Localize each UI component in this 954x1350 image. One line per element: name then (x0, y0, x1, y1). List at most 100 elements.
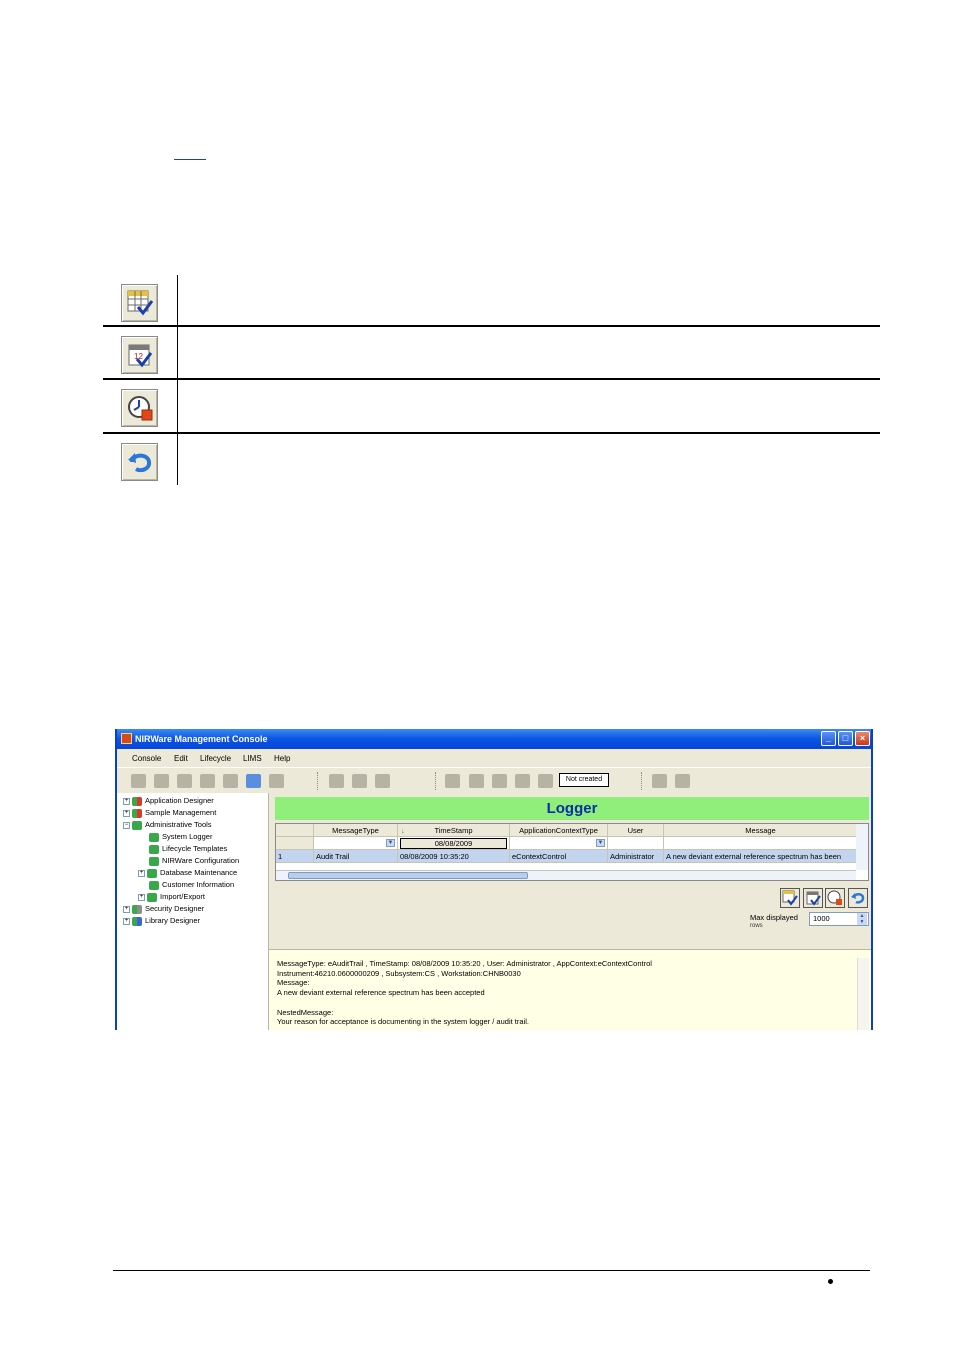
expand-icon[interactable]: + (123, 917, 130, 925)
undo-button[interactable] (848, 888, 868, 908)
properties-icon[interactable] (269, 774, 284, 788)
expand-icon[interactable]: + (123, 809, 130, 817)
lifecycle-icon-5[interactable] (538, 774, 553, 788)
detail-line: MessageType: eAuditTrail , TimeStamp: 08… (277, 959, 652, 968)
menu-lims[interactable]: LIMS (243, 754, 262, 763)
import-icon[interactable] (675, 774, 690, 788)
grid-horizontal-scrollbar[interactable] (276, 870, 856, 880)
tree-item-application-designer[interactable]: + Application Designer (123, 795, 214, 806)
copy-icon[interactable] (352, 774, 367, 788)
tree-item-nirware-configuration[interactable]: NIRWare Configuration (149, 855, 239, 866)
tree-item-system-logger[interactable]: System Logger (149, 831, 212, 842)
title-bar: NIRWare Management Console _ □ × (117, 729, 871, 749)
icon-table-row: 12 (103, 327, 880, 380)
detail-line: NestedMessage: (277, 1007, 334, 1017)
detail-line: Message: (277, 978, 310, 988)
delete-icon[interactable] (154, 774, 169, 788)
tree-item-label: Application Designer (145, 796, 214, 805)
detail-scrollbar[interactable] (857, 958, 869, 1030)
document-link[interactable] (174, 148, 206, 160)
lifecycle-icon-2[interactable] (469, 774, 484, 788)
menu-edit[interactable]: Edit (174, 754, 188, 763)
tree-item-database-maintenance[interactable]: + Database Maintenance (138, 867, 237, 878)
save-all-icon[interactable] (200, 774, 215, 788)
detail-line: A new deviant external reference spectru… (277, 988, 485, 998)
tree-item-label: Lifecycle Templates (162, 844, 228, 853)
cut-icon[interactable] (329, 774, 344, 788)
filter-user[interactable] (608, 837, 664, 850)
cell-user[interactable]: Administrator (608, 850, 664, 863)
scrollbar-thumb[interactable] (288, 872, 528, 879)
puzzle-icon (149, 844, 159, 854)
expand-icon[interactable]: + (123, 905, 130, 913)
menu-help[interactable]: Help (274, 754, 290, 763)
cell-contexttype[interactable]: eContextControl (510, 850, 608, 863)
menu-bar: Console Edit Lifecycle LIMS Help (117, 749, 871, 767)
paste-icon[interactable] (375, 774, 390, 788)
cell-message[interactable]: A new deviant external reference spectru… (664, 850, 858, 863)
new-icon[interactable] (131, 774, 146, 788)
menu-lifecycle[interactable]: Lifecycle (200, 754, 231, 763)
navigation-tree: + Application Designer + Sample Management… (117, 793, 269, 1030)
tree-item-label: Library Designer (145, 916, 201, 925)
tree-item-library-designer[interactable]: + Library Designer (123, 915, 200, 926)
filter-messagetype[interactable]: ▼ (314, 837, 398, 850)
cell-timestamp[interactable]: 08/08/2009 10:35:20 (398, 850, 510, 863)
expand-icon[interactable]: + (138, 893, 145, 901)
menu-console[interactable]: Console (132, 754, 161, 763)
detail-line: Your reason for acceptance is documentin… (277, 1017, 529, 1027)
filter-message[interactable] (664, 837, 858, 850)
tree-item-security-designer[interactable]: + Security Designer (123, 903, 204, 914)
window-title: NIRWare Management Console (135, 734, 268, 744)
cell-messagetype[interactable]: Audit Trail (314, 850, 398, 863)
expand-icon[interactable]: + (138, 869, 145, 877)
collapse-icon[interactable]: − (123, 821, 130, 829)
date-filter-button[interactable] (803, 888, 823, 908)
tree-item-label: Security Designer (145, 904, 205, 913)
calendar-check-icon: 12 (121, 336, 158, 374)
puzzle-icon (149, 832, 159, 842)
puzzle-icon (132, 904, 142, 914)
icon-table-row (103, 434, 880, 485)
close-button[interactable]: × (855, 731, 870, 746)
date-filter-value[interactable]: 08/08/2009 (400, 838, 507, 849)
apply-filter-button[interactable] (780, 888, 800, 908)
maximize-button[interactable]: □ (838, 731, 853, 746)
tree-item-import-export[interactable]: + Import/Export (138, 891, 205, 902)
puzzle-icon (147, 868, 157, 878)
max-rows-spinner[interactable]: ▲ ▼ (857, 913, 867, 925)
chevron-down-icon[interactable]: ▼ (386, 839, 395, 847)
tree-item-customer-information[interactable]: Customer Information (149, 879, 234, 890)
column-header-timestamp[interactable]: ↓ TimeStamp (398, 824, 510, 837)
filter-contexttype[interactable]: ▼ (510, 837, 608, 850)
save-icon[interactable] (177, 774, 192, 788)
lifecycle-icon-1[interactable] (445, 774, 460, 788)
column-header-label: TimeStamp (434, 826, 473, 835)
detail-line: Instrument:46210.0600000209 , Subsystem:… (277, 968, 521, 978)
column-header-contexttype[interactable]: ApplicationContextType (510, 824, 608, 837)
expand-icon[interactable]: + (123, 797, 130, 805)
print-icon[interactable] (223, 774, 238, 788)
minimize-button[interactable]: _ (821, 731, 836, 746)
icon-table-row (103, 275, 880, 327)
tree-item-label: Sample Management (145, 808, 217, 817)
filter-timestamp[interactable]: 08/08/2009 (398, 837, 510, 850)
puzzle-icon (132, 796, 142, 806)
lifecycle-icon-3[interactable] (492, 774, 507, 788)
stop-refresh-button[interactable] (825, 888, 845, 908)
refresh-icon[interactable] (246, 774, 261, 788)
export-icon[interactable] (652, 774, 667, 788)
icon-table-row (103, 380, 880, 434)
column-header-user[interactable]: User (608, 824, 664, 837)
column-header-messagetype[interactable]: MessageType (314, 824, 398, 837)
chevron-down-icon[interactable]: ▼ (596, 839, 605, 847)
grid-vertical-scrollbar[interactable] (856, 824, 868, 870)
tree-item-lifecycle-templates[interactable]: Lifecycle Templates (149, 843, 227, 854)
tree-item-administrative-tools[interactable]: − Administrative Tools (123, 819, 212, 830)
tree-item-label: Customer Information (162, 880, 235, 889)
tree-item-sample-management[interactable]: + Sample Management (123, 807, 216, 818)
column-header-message[interactable]: Message (664, 824, 858, 837)
logger-title: Logger (275, 797, 869, 820)
lifecycle-icon-4[interactable] (515, 774, 530, 788)
row-index[interactable]: 1 (276, 850, 314, 863)
